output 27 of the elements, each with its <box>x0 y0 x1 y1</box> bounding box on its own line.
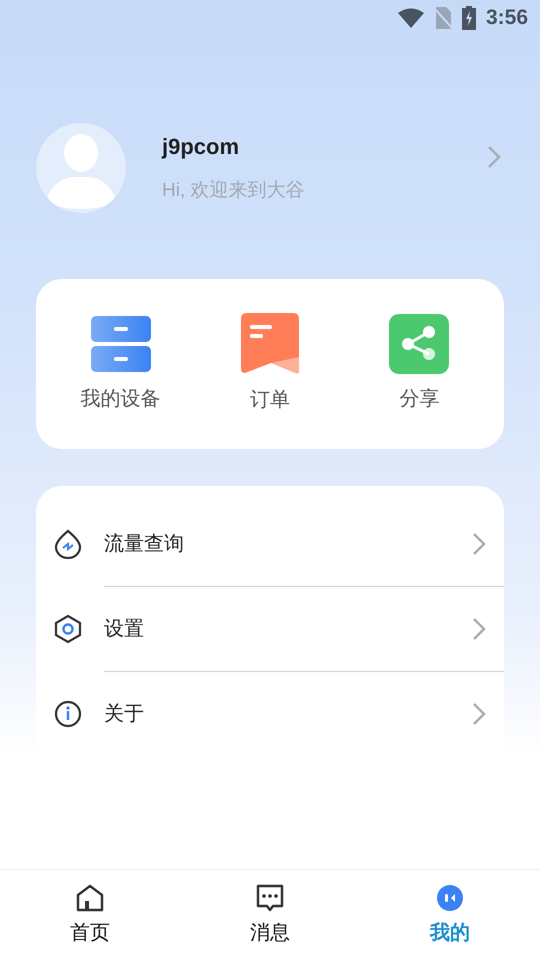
chevron-right-icon[interactable] <box>487 145 501 169</box>
chevron-right-icon <box>472 617 486 641</box>
username: j9pcom <box>162 133 240 162</box>
battery-icon <box>462 6 476 30</box>
document-icon <box>240 313 299 375</box>
menu-item[interactable]: 流量查询 <box>36 502 504 586</box>
clock: 3:56 <box>486 5 528 32</box>
share-icon <box>389 314 450 374</box>
shortcut-button[interactable]: 分享 <box>349 314 490 414</box>
drawer-icon <box>90 314 152 374</box>
info-icon <box>54 699 82 729</box>
tab-item[interactable]: 首页 <box>0 870 180 960</box>
tab-item[interactable]: 消息 <box>180 870 360 960</box>
greeting: Hi, 欢迎来到大谷 <box>162 179 306 204</box>
chat-icon <box>255 884 285 912</box>
menu-item[interactable]: 关于 <box>36 672 504 756</box>
drop-icon <box>54 529 82 559</box>
no-sim-icon <box>434 7 452 29</box>
home-icon <box>76 884 104 912</box>
menu-item[interactable]: 设置 <box>36 587 504 671</box>
wifi-icon <box>398 8 424 28</box>
chevron-right-icon <box>472 702 486 726</box>
chevron-right-icon <box>472 532 486 556</box>
tab-item[interactable]: 我的 <box>360 870 540 960</box>
shortcut-button[interactable]: 订单 <box>200 313 340 415</box>
hexagon-icon <box>54 614 82 644</box>
shortcut-button[interactable]: 我的设备 <box>50 314 191 414</box>
